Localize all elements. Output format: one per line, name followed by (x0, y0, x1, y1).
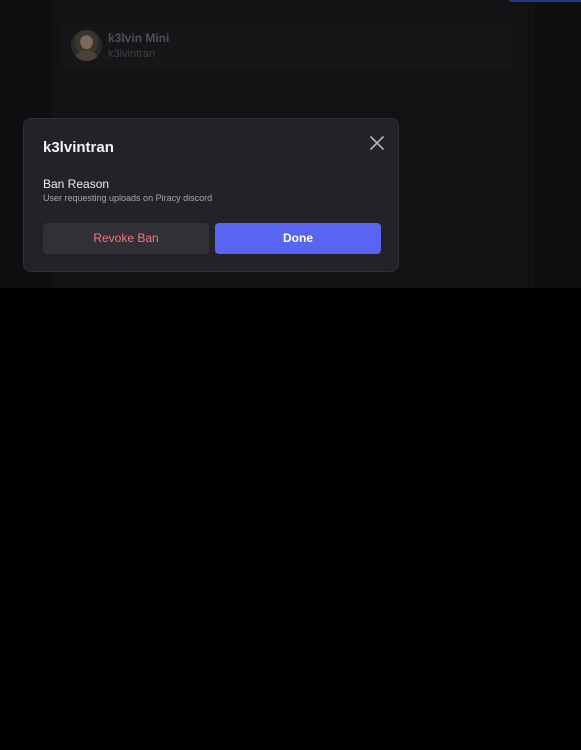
banned-user-row[interactable]: k3lvin Mini k3lvintran (61, 23, 513, 69)
banned-user-display-name: k3lvin Mini (108, 31, 170, 45)
avatar (71, 30, 102, 61)
banned-user-username: k3lvintran (108, 48, 156, 60)
close-button[interactable] (367, 133, 387, 153)
close-icon (370, 136, 384, 150)
done-button[interactable]: Done (215, 223, 381, 254)
ban-details-modal: k3lvintran Ban Reason User requesting up… (23, 118, 399, 272)
revoke-ban-button[interactable]: Revoke Ban (43, 223, 209, 254)
ban-reason-text: User requesting uploads on Piracy discor… (43, 193, 213, 203)
top-accent-button[interactable] (509, 0, 581, 2)
ban-reason-heading: Ban Reason (43, 177, 110, 191)
modal-title: k3lvintran (43, 139, 114, 156)
